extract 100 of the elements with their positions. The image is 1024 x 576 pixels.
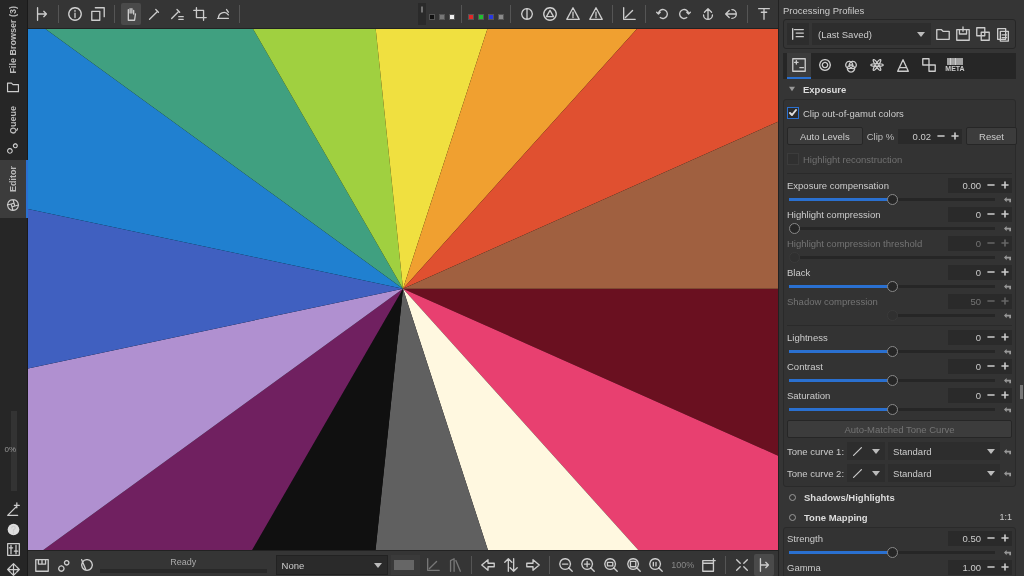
reset-icon[interactable] xyxy=(1003,225,1012,232)
zoom-out-icon xyxy=(557,557,574,574)
save-icon xyxy=(955,26,971,42)
channel-swatch[interactable] xyxy=(488,14,494,20)
reset-icon[interactable] xyxy=(1003,447,1012,455)
section-header[interactable]: Exposure xyxy=(783,79,1016,99)
channel-swatch[interactable] xyxy=(498,14,504,20)
slider-label: Highlight compression xyxy=(787,208,881,220)
axes-icon xyxy=(621,6,637,22)
slider-thumb[interactable] xyxy=(886,194,898,205)
slider-thumb[interactable] xyxy=(886,375,898,386)
reset-button[interactable]: Reset xyxy=(966,127,1017,145)
slider-thumb[interactable] xyxy=(886,547,898,558)
channel-swatch[interactable] xyxy=(468,14,474,20)
slider-track[interactable] xyxy=(789,404,995,415)
tool-button[interactable] xyxy=(121,3,141,25)
checkbox[interactable] xyxy=(787,107,799,119)
tone-curve-dropdown[interactable]: Standard xyxy=(888,442,1000,460)
reset-icon[interactable] xyxy=(1003,377,1012,384)
plus-icon xyxy=(1001,297,1009,305)
reset-icon[interactable] xyxy=(1003,348,1012,355)
slider-track[interactable] xyxy=(789,346,995,357)
profile-dropdown[interactable]: (Last Saved) xyxy=(812,23,931,45)
eyedropper-list-icon xyxy=(169,6,185,22)
section-header[interactable]: Tone Mapping xyxy=(783,507,868,527)
reset-icon[interactable] xyxy=(1003,549,1012,556)
reset-icon[interactable] xyxy=(1003,254,1012,261)
auto-levels-button[interactable]: Auto Levels xyxy=(787,127,863,145)
tool-tab[interactable] xyxy=(787,53,811,79)
arrow-bar-icon xyxy=(756,6,772,22)
channel-swatch[interactable] xyxy=(478,14,484,20)
panel-toggle[interactable] xyxy=(754,554,774,576)
scale-label: 1:1 xyxy=(999,512,1012,522)
side-tab[interactable]: Editor xyxy=(0,159,28,218)
list-icon xyxy=(790,26,806,42)
side-tab[interactable]: Queue xyxy=(0,99,28,160)
slider-label: Contrast xyxy=(787,360,823,372)
tone-curve-dropdown[interactable]: Standard xyxy=(888,464,1000,482)
reset-icon[interactable] xyxy=(1003,406,1012,413)
curve-type-dropdown[interactable] xyxy=(847,442,886,460)
minus-icon xyxy=(937,132,946,140)
minus-icon xyxy=(987,239,995,247)
warning-icon xyxy=(565,6,581,22)
zoom-level: 100% xyxy=(670,560,696,571)
section-header[interactable]: Shadows/Highlights xyxy=(783,487,1016,507)
slider-label: Black xyxy=(787,266,811,278)
slider-thumb[interactable] xyxy=(886,346,898,357)
minus-icon xyxy=(987,534,995,542)
save-icon xyxy=(33,557,50,574)
plus-icon xyxy=(951,132,960,140)
scrollbar[interactable] xyxy=(1020,385,1023,399)
caret-icon xyxy=(917,31,925,37)
reset-icon[interactable] xyxy=(1003,469,1012,477)
plus-icon xyxy=(1001,563,1009,571)
slider-label: Highlight compression threshold xyxy=(787,237,923,249)
minus-icon xyxy=(987,297,995,305)
zoom-fit-icon xyxy=(603,557,620,574)
clip-label: Clip % xyxy=(866,130,895,142)
folder-icon xyxy=(935,26,951,42)
plus-icon xyxy=(1001,333,1009,341)
aperture-icon xyxy=(5,197,20,212)
slider-track[interactable] xyxy=(789,194,995,205)
slider-thumb[interactable] xyxy=(886,404,898,415)
reset-icon[interactable] xyxy=(1003,196,1012,203)
profile-list-button[interactable] xyxy=(787,23,809,45)
straighten-icon xyxy=(215,6,231,22)
plus-icon xyxy=(1001,362,1009,370)
caret-icon xyxy=(987,470,995,476)
slider-thumb[interactable] xyxy=(789,223,800,234)
slider-label: Gamma xyxy=(787,561,821,573)
flip-horizontal-icon xyxy=(723,6,739,22)
slider-thumb[interactable] xyxy=(886,281,898,292)
side-tab[interactable]: File Browser (3) xyxy=(0,0,28,100)
tone-curve-label: Tone curve 1: xyxy=(787,445,845,457)
plus-icon xyxy=(1001,239,1009,247)
reset-icon[interactable] xyxy=(1003,283,1012,290)
folder-icon xyxy=(5,79,20,94)
zoom-in-icon xyxy=(580,557,597,574)
plus-icon xyxy=(1001,210,1009,218)
caret-icon xyxy=(373,562,382,568)
line-icon xyxy=(851,445,863,457)
minus-icon xyxy=(987,210,995,218)
background-swatch[interactable] xyxy=(429,14,435,20)
window-plus-icon xyxy=(700,557,717,574)
exposure-icon xyxy=(791,57,807,73)
axes-icon xyxy=(424,557,441,574)
plus-icon xyxy=(1001,391,1009,399)
background-swatch[interactable] xyxy=(449,14,455,20)
copy-icon xyxy=(975,26,991,42)
reset-icon[interactable] xyxy=(1003,312,1012,319)
background-swatch[interactable] xyxy=(439,14,445,20)
toggle-button[interactable] xyxy=(418,3,426,25)
slider-track[interactable] xyxy=(789,281,995,292)
slider-track[interactable] xyxy=(789,375,995,386)
slider-track[interactable] xyxy=(789,547,995,558)
help-icon xyxy=(6,521,21,537)
curve-type-dropdown[interactable] xyxy=(847,464,886,482)
profile-dropdown[interactable]: None xyxy=(275,555,388,576)
eyedropper-icon xyxy=(146,6,162,22)
slider-track[interactable] xyxy=(789,223,995,234)
